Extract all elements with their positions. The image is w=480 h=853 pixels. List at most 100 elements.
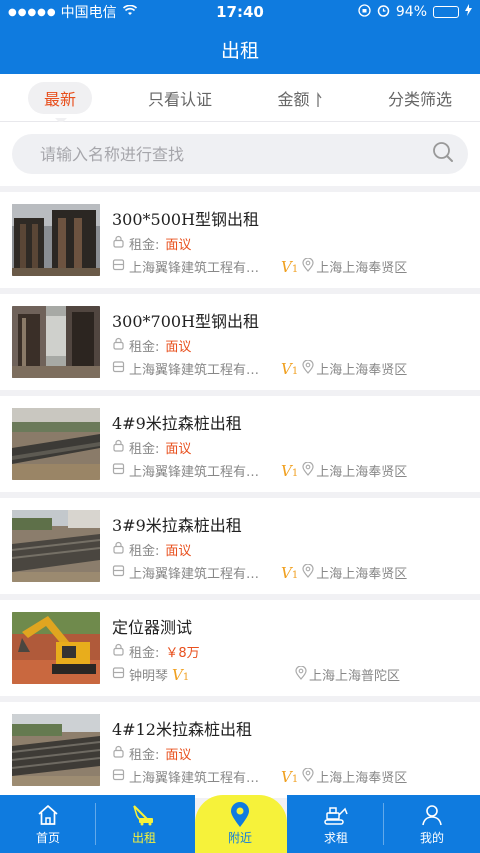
verified-badge-level: 1 xyxy=(182,671,190,683)
user-icon xyxy=(421,803,443,827)
company-name: 上海翼锋建筑工程有限公司 xyxy=(129,363,269,378)
item-photo xyxy=(12,612,100,684)
page-title: 出租 xyxy=(220,39,259,62)
tab-nearby[interactable]: 附近 xyxy=(192,795,288,853)
company-icon xyxy=(112,666,125,683)
company-name: 上海翼锋建筑工程有限公司 xyxy=(129,771,269,786)
filter-amount-label: 金额 xyxy=(277,89,310,109)
verified-badge: V1 xyxy=(281,462,298,480)
list-item[interactable]: 4#12米拉森桩出租 租金: 面议 上海翼锋建筑工程有限公司 V1 上海上海奉贤… xyxy=(0,702,480,798)
home-icon xyxy=(37,803,59,827)
item-title: 定位器测试 xyxy=(112,618,193,637)
verified-badge: V1 xyxy=(281,768,298,786)
lock-icon xyxy=(112,337,125,354)
company-icon xyxy=(112,258,125,275)
tab-bar: 首页 出租 附近 求租 我的 xyxy=(0,795,480,853)
item-location: 上海上海奉贤区 xyxy=(316,567,408,582)
tab-mine-label: 我的 xyxy=(419,830,444,845)
location-pin-icon xyxy=(302,358,314,378)
lock-icon xyxy=(112,643,125,660)
rent-price: 面议 xyxy=(165,748,192,763)
list-item[interactable]: 300*700H型钢出租 租金: 面议 上海翼锋建筑工程有限公司 V1 上海上海… xyxy=(0,294,480,390)
company-name: 上海翼锋建筑工程有限公司 xyxy=(129,567,269,582)
crane-icon xyxy=(131,803,157,827)
verified-badge: V1 xyxy=(172,666,189,684)
status-bar: ●●●●● 中国电信 17:40 94% xyxy=(0,0,480,24)
tab-seek-rent[interactable]: 求租 xyxy=(288,795,384,853)
verified-badge: V1 xyxy=(281,258,298,276)
item-location: 上海上海奉贤区 xyxy=(316,363,408,378)
list-item[interactable]: 3#9米拉森桩出租 租金: 面议 上海翼锋建筑工程有限公司 V1 上海上海奉贤区 xyxy=(0,498,480,594)
search-input[interactable] xyxy=(40,144,432,164)
item-photo xyxy=(12,714,100,786)
company-name: 上海翼锋建筑工程有限公司 xyxy=(129,261,269,276)
item-photo xyxy=(12,408,100,480)
search-box xyxy=(12,134,468,174)
company-icon xyxy=(112,462,125,479)
nav-bar: 出租 xyxy=(0,24,480,74)
verified-badge: V1 xyxy=(281,360,298,378)
tab-home[interactable]: 首页 xyxy=(0,795,96,853)
excavator-icon xyxy=(323,803,349,827)
verified-badge-letter: V xyxy=(281,563,292,582)
tab-mine[interactable]: 我的 xyxy=(384,795,480,853)
verified-badge-letter: V xyxy=(281,461,292,480)
item-photo xyxy=(12,510,100,582)
verified-badge-letter: V xyxy=(281,359,292,378)
item-photo xyxy=(12,306,100,378)
rent-label: 租金: xyxy=(129,442,160,457)
verified-badge-level: 1 xyxy=(291,467,299,479)
verified-badge-letter: V xyxy=(281,767,292,786)
verified-badge-letter: V xyxy=(172,665,183,684)
verified-badge-level: 1 xyxy=(291,365,299,377)
rent-label: 租金: xyxy=(129,748,160,763)
rent-label: 租金: xyxy=(129,544,160,559)
location-pin-icon xyxy=(302,562,314,582)
verified-badge: V1 xyxy=(281,564,298,582)
tab-home-label: 首页 xyxy=(35,830,60,845)
item-location: 上海上海奉贤区 xyxy=(316,261,408,276)
rent-price: 面议 xyxy=(165,544,192,559)
battery-icon xyxy=(433,6,459,18)
tab-rent-out[interactable]: 出租 xyxy=(96,795,192,853)
lock-icon xyxy=(112,439,125,456)
rent-price: 面议 xyxy=(165,340,192,355)
location-pin-icon xyxy=(295,664,307,684)
filter-category[interactable]: 分类筛选 xyxy=(360,86,480,110)
location-pin-icon xyxy=(302,460,314,480)
sort-arrow-icon xyxy=(315,90,323,109)
rent-price: 面议 xyxy=(165,238,192,253)
list-item[interactable]: 4#9米拉森桩出租 租金: 面议 上海翼锋建筑工程有限公司 V1 上海上海奉贤区 xyxy=(0,396,480,492)
rent-label: 租金: xyxy=(129,646,160,661)
filter-category-label: 分类筛选 xyxy=(387,89,452,109)
filter-certified-only[interactable]: 只看认证 xyxy=(120,86,240,110)
item-title: 4#12米拉森桩出租 xyxy=(112,720,252,739)
lock-icon xyxy=(112,541,125,558)
company-icon xyxy=(112,360,125,377)
location-pin-icon xyxy=(229,801,251,827)
item-title: 300*700H型钢出租 xyxy=(112,312,260,331)
filter-latest-label: 最新 xyxy=(27,81,92,114)
filter-certified-label: 只看认证 xyxy=(147,89,212,109)
tab-seek-rent-label: 求租 xyxy=(323,830,348,845)
list-item[interactable]: 定位器测试 租金: ￥8万 钟明琴 V1 上海上海普陀区 xyxy=(0,600,480,696)
rent-label: 租金: xyxy=(129,238,160,253)
verified-badge-letter: V xyxy=(281,257,292,276)
item-location: 上海上海奉贤区 xyxy=(316,465,408,480)
tab-nearby-label: 附近 xyxy=(227,830,252,845)
verified-badge-level: 1 xyxy=(291,263,299,275)
location-pin-icon xyxy=(302,766,314,786)
listing-list: 300*500H型钢出租 租金: 面议 上海翼锋建筑工程有限公司 V1 上海上海… xyxy=(0,192,480,804)
rent-price: 面议 xyxy=(165,442,192,457)
list-item[interactable]: 300*500H型钢出租 租金: 面议 上海翼锋建筑工程有限公司 V1 上海上海… xyxy=(0,192,480,288)
filter-latest[interactable]: 最新 xyxy=(0,81,120,124)
company-icon xyxy=(112,564,125,581)
filter-amount[interactable]: 金额 xyxy=(240,86,360,110)
item-title: 3#9米拉森桩出租 xyxy=(112,516,242,535)
company-name: 钟明琴 xyxy=(129,669,169,684)
verified-badge-level: 1 xyxy=(291,569,299,581)
item-photo xyxy=(12,204,100,276)
filter-bar: 最新 只看认证 金额 分类筛选 xyxy=(0,74,480,124)
verified-badge-level: 1 xyxy=(291,773,299,785)
search-icon[interactable] xyxy=(432,141,454,167)
